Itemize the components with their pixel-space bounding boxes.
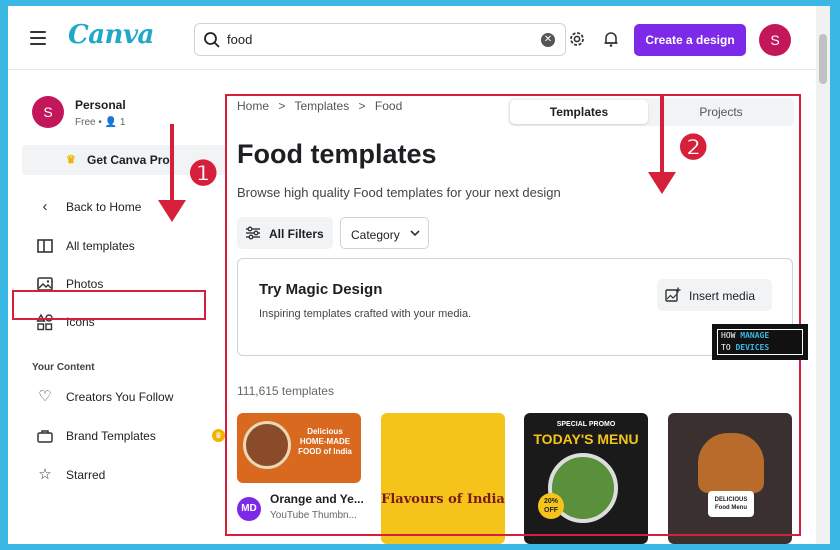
highlight-box-all-templates — [12, 290, 206, 320]
heart-icon: ♡ — [38, 388, 52, 405]
sidebar-item-label: Brand Templates — [66, 429, 156, 443]
menu-icon[interactable] — [30, 31, 46, 45]
user-avatar[interactable]: S — [759, 24, 791, 56]
search-input[interactable]: food — [227, 32, 252, 47]
search-bar[interactable]: food ✕ — [194, 23, 566, 56]
sidebar-item-label: All templates — [66, 239, 135, 253]
app-window: Canva food ✕ Create a design S S Persona… — [8, 6, 830, 544]
sidebar-item-label: Back to Home — [66, 200, 142, 214]
account-plan: Free • 👤 1 — [75, 117, 126, 128]
sidebar-item-label: Photos — [66, 277, 104, 291]
crown-icon: ♛ — [66, 154, 76, 166]
watermark-text: DEVICES — [735, 343, 770, 352]
watermark-text: MANAGE — [740, 331, 770, 340]
watermark-text: HOW — [721, 331, 736, 340]
step-1-marker: ❶ — [188, 154, 219, 194]
watermark-text: TO — [721, 343, 731, 352]
sidebar-item-starred[interactable]: ☆ Starred — [22, 462, 222, 488]
pro-label: Get Canva Pro — [87, 153, 170, 167]
top-bar: Canva food ✕ Create a design S — [8, 6, 830, 70]
star-icon: ☆ — [38, 466, 52, 483]
notification-bell-icon[interactable] — [602, 30, 620, 48]
highlight-box-main — [225, 94, 801, 536]
sidebar-item-label: Starred — [66, 468, 106, 482]
your-content-heading: Your Content — [32, 362, 95, 373]
templates-icon — [37, 239, 53, 253]
sidebar-item-all-templates[interactable]: All templates — [22, 233, 222, 259]
account-avatar[interactable]: S — [32, 96, 64, 128]
watermark-logo: HOW MANAGE TO DEVICES — [712, 324, 808, 360]
sidebar-item-brand-templates[interactable]: Brand Templates ♛ — [22, 423, 225, 449]
sidebar-item-label: Creators You Follow — [66, 390, 174, 404]
canva-logo[interactable]: Canva — [68, 20, 154, 50]
clear-search-icon[interactable]: ✕ — [541, 33, 555, 47]
sidebar: S Personal Free • 👤 1 ♛ Get Canva Pro ‹ … — [8, 70, 226, 544]
page-scrollbar[interactable] — [816, 6, 830, 544]
chevron-left-icon: ‹ — [42, 198, 48, 215]
create-design-button[interactable]: Create a design — [634, 24, 746, 56]
scrollbar-thumb[interactable] — [819, 34, 827, 84]
pro-crown-badge-icon: ♛ — [212, 429, 225, 442]
sidebar-item-creators[interactable]: ♡ Creators You Follow — [22, 384, 222, 410]
sidebar-item-back-home[interactable]: ‹ Back to Home — [22, 194, 222, 220]
settings-gear-icon[interactable] — [568, 30, 586, 48]
search-icon — [204, 32, 220, 48]
account-name[interactable]: Personal — [75, 98, 126, 112]
brand-icon — [37, 430, 53, 443]
step-2-marker: ❷ — [678, 128, 709, 168]
